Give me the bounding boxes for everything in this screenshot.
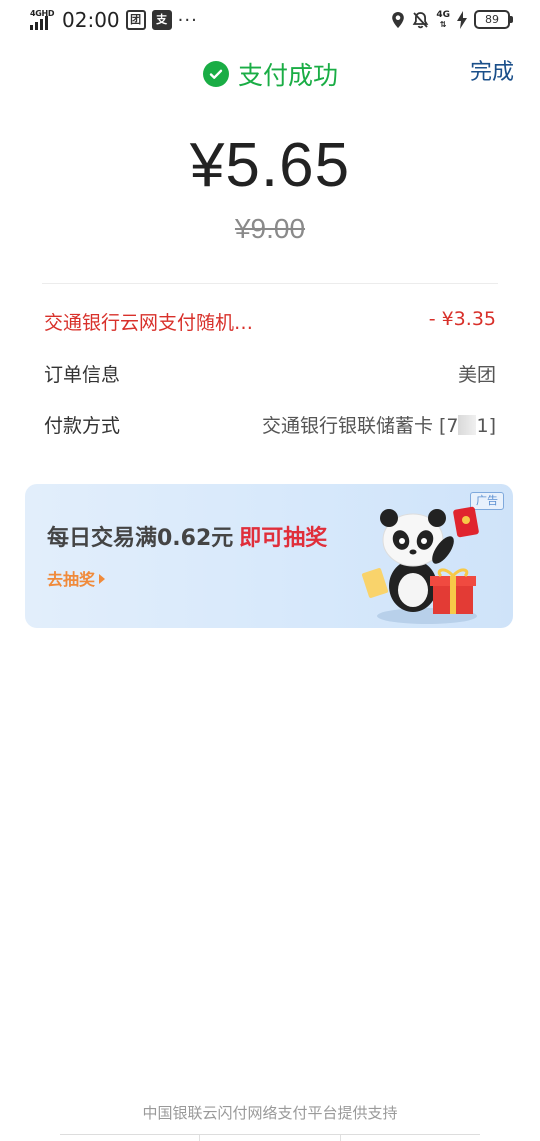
header: 支付成功 完成	[0, 52, 540, 92]
paid-amount: ¥5.65	[189, 131, 351, 200]
footer-support-text: 中国银联云闪付网络支付平台提供支持	[142, 1104, 398, 1122]
ad-title: 每日交易满0.62元 即可抽奖	[47, 520, 327, 552]
card-name: 交通银行银联储蓄卡 [7	[261, 415, 459, 437]
payment-success-text: 支付成功	[238, 61, 339, 90]
location-icon	[392, 11, 405, 28]
card-number-end: 1]	[476, 415, 496, 437]
divider	[42, 283, 498, 284]
discount-label: 交通银行云网支付随机…	[44, 312, 254, 334]
battery-icon: 89	[474, 10, 513, 29]
alipay-notification-icon: 支	[151, 10, 172, 30]
network-4g-indicator: 4G ⇅	[436, 9, 450, 29]
discount-row[interactable]: 交通银行云网支付随机… - ¥3.35	[44, 308, 496, 338]
meituan-notification-icon: 团	[125, 10, 146, 30]
clock: 02:00	[62, 8, 120, 32]
discount-value: - ¥3.35	[428, 308, 496, 330]
go-lottery-link[interactable]: 去抽奖	[47, 566, 106, 590]
ad-title-highlight: 即可抽奖	[239, 526, 328, 551]
panda-mascot-illustration	[361, 506, 479, 624]
card-number-mask	[458, 415, 477, 435]
lottery-ad-banner[interactable]: 广告 每日交易满0.62元 即可抽奖 去抽奖	[25, 484, 513, 628]
order-info-value: 美团	[457, 364, 496, 386]
payment-method-row: 付款方式 交通银行银联储蓄卡 [7 1]	[44, 411, 496, 441]
payment-method-value: 交通银行银联储蓄卡 [7 1]	[262, 411, 496, 438]
ad-title-main: 每日交易满0.62元	[47, 526, 234, 551]
go-lottery-label: 去抽奖	[47, 570, 96, 589]
signal-icon: 4GHD	[30, 9, 55, 31]
payment-method-label: 付款方式	[44, 415, 121, 437]
mute-bell-icon	[413, 11, 429, 28]
charging-icon	[457, 10, 467, 29]
network-4g-label: 4G	[436, 9, 450, 20]
order-info-label: 订单信息	[44, 364, 121, 386]
status-left: 4GHD 02:00 团 支 ···	[30, 8, 198, 32]
status-right: 4G ⇅ 89	[391, 9, 513, 29]
done-button[interactable]: 完成	[470, 54, 514, 86]
payment-status: 支付成功	[203, 56, 338, 92]
check-circle-icon	[203, 61, 229, 87]
arrow-right-icon	[99, 574, 106, 584]
more-notifications-icon: ···	[177, 9, 198, 31]
order-info-row: 订单信息 美团	[44, 360, 496, 390]
original-amount: ¥9.00	[234, 213, 306, 244]
status-bar: 4GHD 02:00 团 支 ··· 4G ⇅ 89	[0, 0, 540, 42]
